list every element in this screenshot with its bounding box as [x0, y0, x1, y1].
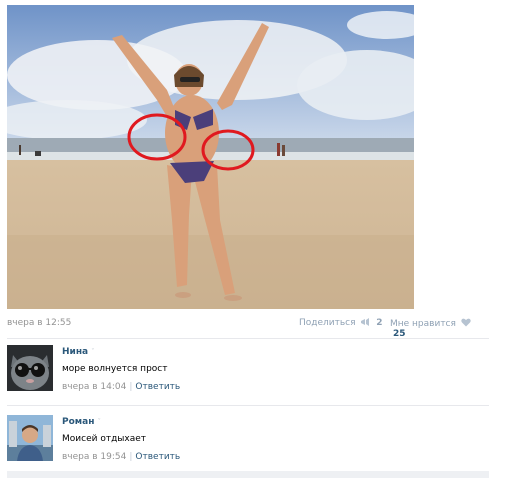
- megaphone-icon: [361, 318, 370, 326]
- like-button[interactable]: Мне нравится 25: [390, 318, 485, 339]
- comment-item: Нина ˇ море волнуется прост вчера в 14:04…: [7, 345, 489, 405]
- comment-author[interactable]: Нина ˇ: [62, 347, 95, 357]
- man-avatar-image: [7, 415, 53, 461]
- edit-mark-icon: ˇ: [97, 418, 101, 426]
- post-meta-row: вчера в 12:55 Поделиться 2 Мне нравится …: [7, 317, 485, 339]
- share-button[interactable]: Поделиться 2: [299, 318, 383, 328]
- beach-photo-image: [7, 5, 414, 309]
- reply-button[interactable]: Ответить: [135, 452, 180, 462]
- divider: [7, 405, 489, 406]
- comment-time[interactable]: вчера в 14:04: [62, 382, 126, 392]
- cat-sunglasses-avatar[interactable]: [7, 345, 53, 391]
- reply-button[interactable]: Ответить: [135, 382, 180, 392]
- author-name: Нина: [62, 347, 89, 357]
- author-name: Роман: [62, 417, 95, 427]
- like-label: Мне нравится: [390, 319, 456, 329]
- share-label: Поделиться: [299, 318, 356, 328]
- man-avatar[interactable]: [7, 415, 53, 461]
- comment-footer: вчера в 19:54 | Ответить: [62, 452, 180, 462]
- comment-text: Моисей отдыхает: [62, 434, 147, 444]
- separator: |: [129, 452, 133, 462]
- heart-icon: [461, 318, 471, 327]
- separator: |: [129, 382, 133, 392]
- share-count: 2: [376, 318, 383, 328]
- comment-time[interactable]: вчера в 19:54: [62, 452, 126, 462]
- cat-avatar-image: [7, 345, 53, 391]
- edit-mark-icon: ˇ: [91, 348, 95, 356]
- divider: [7, 338, 489, 339]
- comment-footer: вчера в 14:04 | Ответить: [62, 382, 180, 392]
- comment-input-strip[interactable]: [7, 471, 489, 478]
- post-date[interactable]: вчера в 12:55: [7, 318, 71, 328]
- post-photo[interactable]: [7, 5, 414, 309]
- comment-author[interactable]: Роман ˇ: [62, 417, 101, 427]
- comment-item: Роман ˇ Моисей отдыхает вчера в 19:54 | Отв…: [7, 415, 489, 475]
- comment-text: море волнуется прост: [62, 364, 168, 374]
